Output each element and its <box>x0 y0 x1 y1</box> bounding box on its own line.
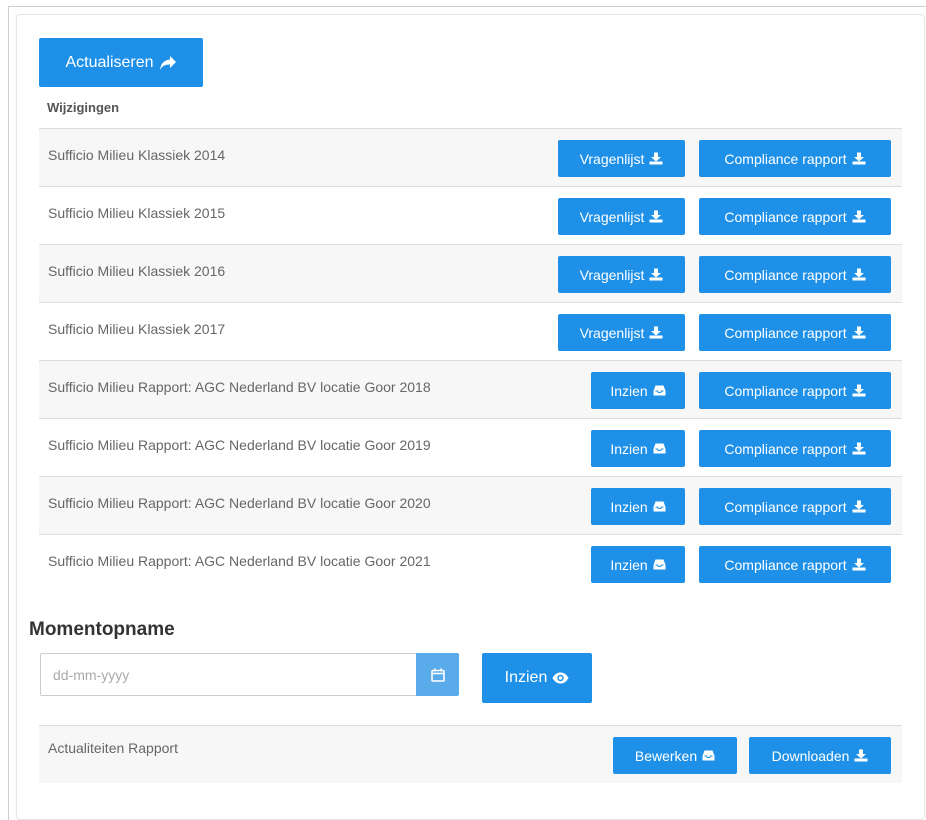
report-title: Actualiteiten Rapport <box>48 740 178 756</box>
inbox-icon <box>653 501 666 512</box>
calendar-button[interactable] <box>416 653 459 696</box>
share-arrow-icon <box>159 55 176 70</box>
download-icon <box>649 210 663 223</box>
inbox-icon <box>702 750 715 761</box>
compliance-report-button[interactable]: Compliance rapport <box>699 256 891 293</box>
snapshot-view-button[interactable]: Inzien <box>482 653 592 703</box>
questionnaire-download-button[interactable]: Vragenlijst <box>558 314 685 351</box>
inbox-icon <box>653 443 666 454</box>
table-row: Sufficio Milieu Rapport: AGC Nederland B… <box>39 360 902 418</box>
table-row: Sufficio Milieu Rapport: AGC Nederland B… <box>39 418 902 476</box>
row-title: Sufficio Milieu Klassiek 2017 <box>48 321 226 337</box>
download-icon <box>649 326 663 339</box>
download-button[interactable]: Downloaden <box>749 737 891 774</box>
download-icon <box>854 749 868 762</box>
compliance-button-label: Compliance rapport <box>724 382 847 399</box>
compliance-button-label: Compliance rapport <box>724 208 847 225</box>
row-title: Sufficio Milieu Rapport: AGC Nederland B… <box>48 437 431 453</box>
changes-heading: Wijzigingen <box>47 100 120 115</box>
table-row: Sufficio Milieu Rapport: AGC Nederland B… <box>39 534 902 592</box>
download-icon <box>649 152 663 165</box>
questionnaire-download-button[interactable]: Vragenlijst <box>558 256 685 293</box>
primary-button-label: Inzien <box>610 440 648 457</box>
row-title: Sufficio Milieu Rapport: AGC Nederland B… <box>48 553 431 569</box>
compliance-button-label: Compliance rapport <box>724 324 847 341</box>
edit-button[interactable]: Bewerken <box>613 737 737 774</box>
compliance-report-button[interactable]: Compliance rapport <box>699 430 891 467</box>
inbox-icon <box>653 559 666 570</box>
calendar-icon <box>430 668 445 682</box>
date-input[interactable] <box>40 653 416 696</box>
download-icon <box>852 500 866 513</box>
compliance-report-button[interactable]: Compliance rapport <box>699 372 891 409</box>
download-icon <box>852 326 866 339</box>
compliance-report-button[interactable]: Compliance rapport <box>699 314 891 351</box>
questionnaire-download-button[interactable]: Vragenlijst <box>558 140 685 177</box>
table-row: Sufficio Milieu Klassiek 2014 Vragenlijst… <box>39 128 902 186</box>
refresh-button[interactable]: Actualiseren <box>39 38 203 87</box>
compliance-button-label: Compliance rapport <box>724 440 847 457</box>
compliance-report-button[interactable]: Compliance rapport <box>699 488 891 525</box>
download-icon <box>852 442 866 455</box>
compliance-report-button[interactable]: Compliance rapport <box>699 198 891 235</box>
view-button[interactable]: Inzien <box>591 430 685 467</box>
download-icon <box>852 268 866 281</box>
snapshot-heading: Momentopname <box>29 619 175 640</box>
download-icon <box>852 384 866 397</box>
row-title: Sufficio Milieu Klassiek 2016 <box>48 263 226 279</box>
edit-button-label: Bewerken <box>634 747 698 764</box>
compliance-button-label: Compliance rapport <box>724 150 847 167</box>
compliance-report-button[interactable]: Compliance rapport <box>699 140 891 177</box>
row-title: Sufficio Milieu Rapport: AGC Nederland B… <box>48 495 431 511</box>
primary-button-label: Vragenlijst <box>579 324 645 341</box>
primary-button-label: Inzien <box>610 382 648 399</box>
table-row: Sufficio Milieu Rapport: AGC Nederland B… <box>39 476 902 534</box>
changes-table: Sufficio Milieu Klassiek 2014 Vragenlijst… <box>39 128 902 592</box>
download-icon <box>852 152 866 165</box>
compliance-report-button[interactable]: Compliance rapport <box>699 546 891 583</box>
row-title: Sufficio Milieu Rapport: AGC Nederland B… <box>48 379 431 395</box>
row-title: Sufficio Milieu Klassiek 2014 <box>48 147 226 163</box>
primary-button-label: Vragenlijst <box>579 266 645 283</box>
download-button-label: Downloaden <box>771 747 850 764</box>
download-icon <box>852 210 866 223</box>
questionnaire-download-button[interactable]: Vragenlijst <box>558 198 685 235</box>
primary-button-label: Vragenlijst <box>579 208 645 225</box>
view-button[interactable]: Inzien <box>591 546 685 583</box>
table-row: Sufficio Milieu Klassiek 2015 Vragenlijst… <box>39 186 902 244</box>
view-button[interactable]: Inzien <box>591 372 685 409</box>
report-row: Actualiteiten Rapport Bewerken Downloade… <box>39 725 902 783</box>
download-icon <box>649 268 663 281</box>
compliance-button-label: Compliance rapport <box>724 498 847 515</box>
table-row: Sufficio Milieu Klassiek 2017 Vragenlijst… <box>39 302 902 360</box>
primary-button-label: Inzien <box>610 556 648 573</box>
view-button[interactable]: Inzien <box>591 488 685 525</box>
compliance-button-label: Compliance rapport <box>724 266 847 283</box>
snapshot-view-label: Inzien <box>504 669 548 686</box>
compliance-button-label: Compliance rapport <box>724 556 847 573</box>
row-title: Sufficio Milieu Klassiek 2015 <box>48 205 226 221</box>
eye-icon <box>552 672 569 684</box>
primary-button-label: Vragenlijst <box>579 150 645 167</box>
table-row: Sufficio Milieu Klassiek 2016 Vragenlijst… <box>39 244 902 302</box>
primary-button-label: Inzien <box>610 498 648 515</box>
inbox-icon <box>653 385 666 396</box>
download-icon <box>852 558 866 571</box>
refresh-button-label: Actualiseren <box>65 53 154 71</box>
